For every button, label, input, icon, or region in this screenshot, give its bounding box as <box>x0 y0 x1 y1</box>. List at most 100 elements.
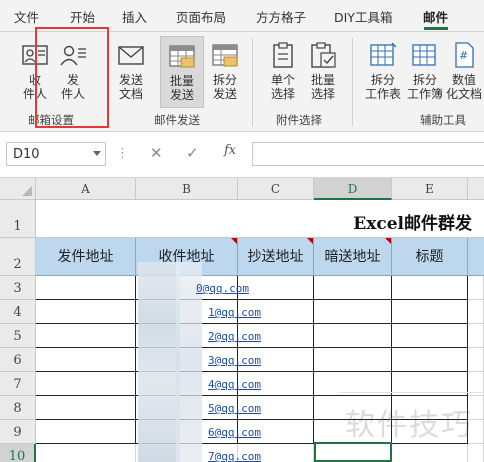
grid-cell[interactable] <box>392 276 468 300</box>
header-label: 抄送地址 <box>247 249 304 265</box>
grid-cell[interactable] <box>36 420 136 444</box>
comment-indicator-icon <box>307 238 313 244</box>
email-cell-b6[interactable]: 3@qq.com <box>208 354 261 367</box>
tab-file[interactable]: 文件 <box>14 7 39 26</box>
grid-cell[interactable] <box>36 276 136 300</box>
grid-cell[interactable] <box>468 276 484 300</box>
email-digit: 0 <box>196 282 203 295</box>
grid-cell[interactable] <box>468 444 484 462</box>
row-number: 10 <box>8 449 26 462</box>
grid-cell[interactable] <box>314 276 392 300</box>
grid-cell[interactable] <box>468 348 484 372</box>
watermark: 软件技巧 <box>345 408 473 443</box>
header-label: 标题 <box>415 249 444 265</box>
batch-send-icon <box>169 45 195 68</box>
row-header-3[interactable]: 3 <box>0 276 36 300</box>
grid-cell[interactable] <box>314 348 392 372</box>
formula-input[interactable] <box>252 142 484 166</box>
column-header-e[interactable]: E <box>392 178 468 200</box>
row-number: 5 <box>13 329 22 344</box>
row-header-6[interactable]: 6 <box>0 348 36 372</box>
selected-cell-d10[interactable] <box>314 442 392 462</box>
email-domain: @qq.com <box>214 426 261 439</box>
email-digit: 5 <box>208 402 215 415</box>
send-document-button[interactable]: 发送 文档 <box>106 40 156 101</box>
tab-diy-toolbox[interactable]: DIY工具箱 <box>334 7 392 26</box>
row-number: 6 <box>13 353 22 368</box>
column-header-b[interactable]: B <box>136 178 238 200</box>
column-header-a[interactable]: A <box>36 178 136 200</box>
grid-cell[interactable] <box>36 372 136 396</box>
grid-cell[interactable] <box>36 300 136 324</box>
batch-send-label-2: 发送 <box>169 88 194 102</box>
insert-function-icon[interactable]: fx <box>224 143 236 158</box>
grid-cell[interactable] <box>36 348 136 372</box>
grid-cell[interactable] <box>392 444 468 462</box>
grid-cell[interactable] <box>392 324 468 348</box>
enter-icon[interactable]: ✓ <box>186 144 199 162</box>
tab-page-layout[interactable]: 页面布局 <box>176 7 226 26</box>
comment-indicator-icon <box>385 238 391 244</box>
row-header-5[interactable]: 5 <box>0 324 36 348</box>
tab-home[interactable]: 开始 <box>70 7 95 26</box>
cancel-icon[interactable]: ✕ <box>150 144 163 162</box>
number-to-doc-button[interactable]: # 数值 化文档 <box>442 40 484 101</box>
email-cell-b3[interactable]: 0@qq.com <box>196 282 249 295</box>
column-header-c[interactable]: C <box>238 178 314 200</box>
row-header-2[interactable]: 2 <box>0 238 36 276</box>
email-domain: @qq.com <box>214 354 261 367</box>
grid-cell[interactable] <box>468 300 484 324</box>
grid-cell[interactable] <box>468 324 484 348</box>
grid-cell[interactable] <box>36 396 136 420</box>
split-send-button[interactable]: 拆分 发送 <box>200 40 250 101</box>
comment-indicator-icon <box>231 238 237 244</box>
header-cell-extra[interactable] <box>468 238 484 276</box>
email-digit: 4 <box>208 378 215 391</box>
email-domain: @qq.com <box>202 282 249 295</box>
email-cell-b10[interactable]: 7@qq.com <box>208 450 261 462</box>
row-header-7[interactable]: 7 <box>0 372 36 396</box>
group-label-mail-send: 邮件发送 <box>154 113 200 127</box>
tab-mail[interactable]: 邮件 <box>423 7 448 26</box>
grid-cell[interactable] <box>36 444 136 462</box>
row-header-8[interactable]: 8 <box>0 396 36 420</box>
clipboard-icon <box>273 42 293 68</box>
email-cell-b4[interactable]: 1@qq.com <box>208 306 261 319</box>
column-header-f[interactable] <box>468 178 484 200</box>
grid-cell[interactable] <box>36 324 136 348</box>
grid-cell[interactable] <box>314 324 392 348</box>
row-header-10[interactable]: 10 <box>0 444 36 462</box>
name-box[interactable]: D10 <box>6 142 106 166</box>
header-cell-sender[interactable]: 发件地址 <box>36 238 136 276</box>
header-cell-cc[interactable]: 抄送地址 <box>238 238 314 276</box>
tab-fangfang-gezi[interactable]: 方方格子 <box>256 7 306 26</box>
number-to-doc-label-1: 数值 <box>451 73 476 87</box>
grid-cell[interactable] <box>392 300 468 324</box>
column-header-d[interactable]: D <box>314 178 392 200</box>
batch-send-button[interactable]: 批量 发送 <box>160 36 204 108</box>
email-cell-b9[interactable]: 6@qq.com <box>208 426 261 439</box>
header-cell-bcc[interactable]: 暗送地址 <box>314 238 392 276</box>
select-all-corner[interactable] <box>0 178 36 200</box>
email-cell-b7[interactable]: 4@qq.com <box>208 378 261 391</box>
batch-select-button[interactable]: 批量 选择 <box>298 40 348 101</box>
send-document-label-1: 发送 <box>118 73 143 87</box>
row-header-9[interactable]: 9 <box>0 420 36 444</box>
sheet-title-cell[interactable]: Excel邮件群发 <box>36 200 484 238</box>
email-cell-b8[interactable]: 5@qq.com <box>208 402 261 415</box>
row-header-1[interactable]: 1 <box>0 200 36 238</box>
grid-cell[interactable] <box>238 276 314 300</box>
row-header-4[interactable]: 4 <box>0 300 36 324</box>
header-cell-subject[interactable]: 标题 <box>392 238 468 276</box>
chevron-down-icon[interactable] <box>93 151 101 156</box>
grid-cell[interactable] <box>392 348 468 372</box>
grid-cell[interactable] <box>314 300 392 324</box>
group-label-helper-tools: 辅助工具 <box>420 113 466 127</box>
tab-insert[interactable]: 插入 <box>122 7 147 26</box>
row-number: 2 <box>13 257 22 272</box>
svg-text:#: # <box>459 49 468 62</box>
email-domain: @qq.com <box>214 378 261 391</box>
email-cell-b5[interactable]: 2@qq.com <box>208 330 261 343</box>
drag-handle-icon[interactable]: ⋮ <box>116 146 130 161</box>
batch-select-label-2: 选择 <box>310 87 335 101</box>
